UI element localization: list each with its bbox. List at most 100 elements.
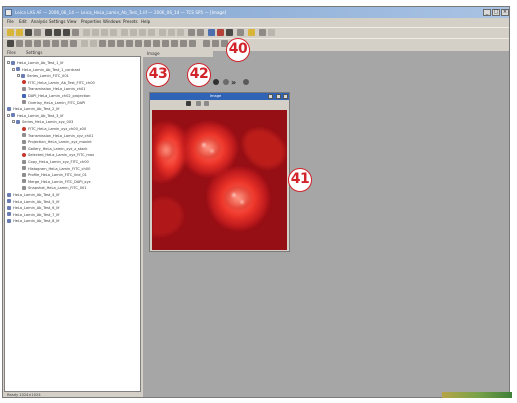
tree-item[interactable]: HeLa_Lamin_Ab_Test_2_lif bbox=[7, 106, 59, 112]
channel-dot-icon[interactable] bbox=[213, 79, 219, 85]
zoom-in-icon[interactable] bbox=[92, 29, 99, 36]
redo-icon[interactable] bbox=[83, 29, 90, 36]
pin-icon[interactable] bbox=[268, 29, 275, 36]
histogram-icon[interactable] bbox=[135, 40, 142, 47]
tree-item[interactable]: Snapshot_HeLa_Lamin_FITC_001 bbox=[22, 185, 87, 191]
menu-windows[interactable]: Windows bbox=[103, 19, 121, 24]
tree-item[interactable]: Histogram_HeLa_Lamin_FITC_ch00 bbox=[22, 166, 90, 172]
record-icon[interactable] bbox=[7, 40, 14, 47]
maximize-button[interactable]: □ bbox=[492, 9, 500, 16]
ellipse-icon[interactable] bbox=[148, 29, 155, 36]
tree-item[interactable]: FITC_HeLa_Lamin_Ab_Test_FITC_ch00 bbox=[22, 80, 95, 86]
menu-analysis[interactable]: Analysis bbox=[31, 19, 47, 24]
xz-icon[interactable] bbox=[108, 40, 115, 47]
chevron-right-icon[interactable]: » bbox=[231, 78, 236, 87]
rect-icon[interactable] bbox=[139, 29, 146, 36]
fluorescence-image[interactable] bbox=[152, 110, 287, 250]
loop-icon[interactable] bbox=[70, 40, 77, 47]
channel-icon[interactable] bbox=[217, 29, 224, 36]
fit-icon[interactable] bbox=[110, 29, 117, 36]
filter-icon[interactable] bbox=[189, 40, 196, 47]
expand-toggle-icon[interactable] bbox=[12, 67, 15, 71]
tree-item[interactable]: HeLa_Lamin_Ab_Test_4_lif bbox=[7, 192, 59, 198]
tree-item[interactable]: Series_Lamin_FITC_001 bbox=[17, 73, 69, 79]
overlay-icon[interactable] bbox=[226, 29, 233, 36]
3d-icon[interactable] bbox=[126, 40, 133, 47]
tree-item[interactable]: Transmission_HeLa_Lamin_ch01 bbox=[22, 86, 86, 92]
ruler-icon[interactable] bbox=[197, 29, 204, 36]
step-forward-icon[interactable] bbox=[43, 40, 50, 47]
settings-icon[interactable] bbox=[237, 29, 244, 36]
profile-icon[interactable] bbox=[144, 40, 151, 47]
tree-item[interactable]: DAPI_HeLa_Lamin_ch02_projection bbox=[22, 93, 90, 99]
menu-view[interactable]: View bbox=[67, 19, 77, 24]
expand-toggle-icon[interactable] bbox=[7, 113, 10, 117]
import-icon[interactable] bbox=[180, 40, 187, 47]
stop-icon[interactable] bbox=[25, 40, 32, 47]
line-icon[interactable] bbox=[130, 29, 137, 36]
play-icon[interactable] bbox=[16, 40, 23, 47]
open-icon[interactable] bbox=[16, 29, 23, 36]
tab-settings[interactable]: Settings bbox=[26, 50, 42, 55]
tree-item[interactable]: Series_HeLa_Lamin_xyz_003 bbox=[12, 119, 73, 125]
tree-item[interactable]: Copy_HeLa_Lamin_xyz_FITC_ch00 bbox=[22, 159, 89, 165]
snapshot-icon[interactable] bbox=[162, 40, 169, 47]
tree-item[interactable]: Profile_HeLa_Lamin_FITC_line_01 bbox=[22, 172, 87, 178]
tree-item[interactable]: HeLa_Lamin_Ab_Test_6_lif bbox=[7, 205, 59, 211]
tree-item[interactable]: HeLa_Lamin_Ab_Test_3_lif bbox=[7, 113, 63, 119]
menu-edit[interactable]: Edit bbox=[19, 19, 27, 24]
copy-icon[interactable] bbox=[54, 29, 61, 36]
undo-icon[interactable] bbox=[72, 29, 79, 36]
tree-item[interactable]: Transmission_HeLa_Lamin_xyz_ch01 bbox=[22, 133, 93, 139]
last-icon[interactable] bbox=[61, 40, 68, 47]
menu-settings[interactable]: Settings bbox=[49, 19, 65, 24]
tree-item[interactable]: HeLa_Lamin_Ab_Test_8_lif bbox=[7, 218, 59, 224]
tree-item[interactable]: Overlay_HeLa_Lamin_FITC_DAPI bbox=[22, 100, 85, 106]
expand-toggle-icon[interactable] bbox=[17, 74, 20, 78]
tree-item[interactable]: HeLa_Lamin_Ab_Test_5_lif bbox=[7, 199, 59, 205]
save-icon[interactable] bbox=[25, 29, 32, 36]
minimize-button[interactable]: _ bbox=[483, 9, 491, 16]
overlay-dot-icon[interactable] bbox=[243, 79, 249, 85]
tile-icon[interactable] bbox=[203, 40, 210, 47]
projection-icon[interactable] bbox=[90, 40, 97, 47]
arrow-icon[interactable] bbox=[177, 29, 184, 36]
close-button[interactable]: × bbox=[501, 9, 509, 16]
menu-help[interactable]: Help bbox=[141, 19, 150, 24]
help-icon[interactable] bbox=[259, 29, 266, 36]
tree-item[interactable]: Projection_HeLa_Lamin_xyz_maxint bbox=[22, 139, 92, 145]
zoom-out-icon[interactable] bbox=[101, 29, 108, 36]
first-icon[interactable] bbox=[52, 40, 59, 47]
xy-icon[interactable] bbox=[99, 40, 106, 47]
tree-item[interactable]: HeLa_Lamin_Ab_Test_1_contrast bbox=[12, 67, 80, 73]
paste-icon[interactable] bbox=[63, 29, 70, 36]
tab-files[interactable]: Files bbox=[7, 50, 16, 55]
image-maximize-button[interactable] bbox=[276, 94, 281, 99]
menu-properties[interactable]: Properties bbox=[81, 19, 101, 24]
new-icon[interactable] bbox=[7, 29, 14, 36]
lut-dot-icon[interactable] bbox=[223, 79, 229, 85]
pan-icon[interactable] bbox=[196, 101, 201, 106]
menu-presets[interactable]: Presets bbox=[123, 19, 138, 24]
print-icon[interactable] bbox=[34, 29, 41, 36]
tree-item[interactable]: Gallery_HeLa_Lamin_xyz_z_stack bbox=[22, 146, 87, 152]
lut-icon[interactable] bbox=[208, 29, 215, 36]
cut-icon[interactable] bbox=[45, 29, 52, 36]
info-icon[interactable] bbox=[248, 29, 255, 36]
export-icon[interactable] bbox=[171, 40, 178, 47]
expand-toggle-icon[interactable] bbox=[12, 120, 15, 124]
menu-file[interactable]: File bbox=[7, 19, 14, 24]
stack-icon[interactable] bbox=[153, 40, 160, 47]
select-icon[interactable] bbox=[121, 29, 128, 36]
fit-window-icon[interactable] bbox=[204, 101, 209, 106]
image-close-button[interactable] bbox=[283, 94, 288, 99]
text-icon[interactable] bbox=[168, 29, 175, 36]
tree-item[interactable]: Selected_HeLa_Lamin_xyz_FITC_max bbox=[22, 152, 94, 158]
tree-item[interactable]: HeLa_Lamin_Ab_Test_7_lif bbox=[7, 212, 59, 218]
zoom-icon[interactable] bbox=[186, 101, 191, 106]
image-minimize-button[interactable] bbox=[268, 94, 273, 99]
tree-item[interactable]: Merge_HeLa_Lamin_FITC_DAPI_xyz bbox=[22, 179, 90, 185]
cascade-icon[interactable] bbox=[212, 40, 219, 47]
tree-item[interactable]: FITC_HeLa_Lamin_xyz_ch00_z00 bbox=[22, 126, 86, 132]
expand-toggle-icon[interactable] bbox=[7, 61, 10, 64]
